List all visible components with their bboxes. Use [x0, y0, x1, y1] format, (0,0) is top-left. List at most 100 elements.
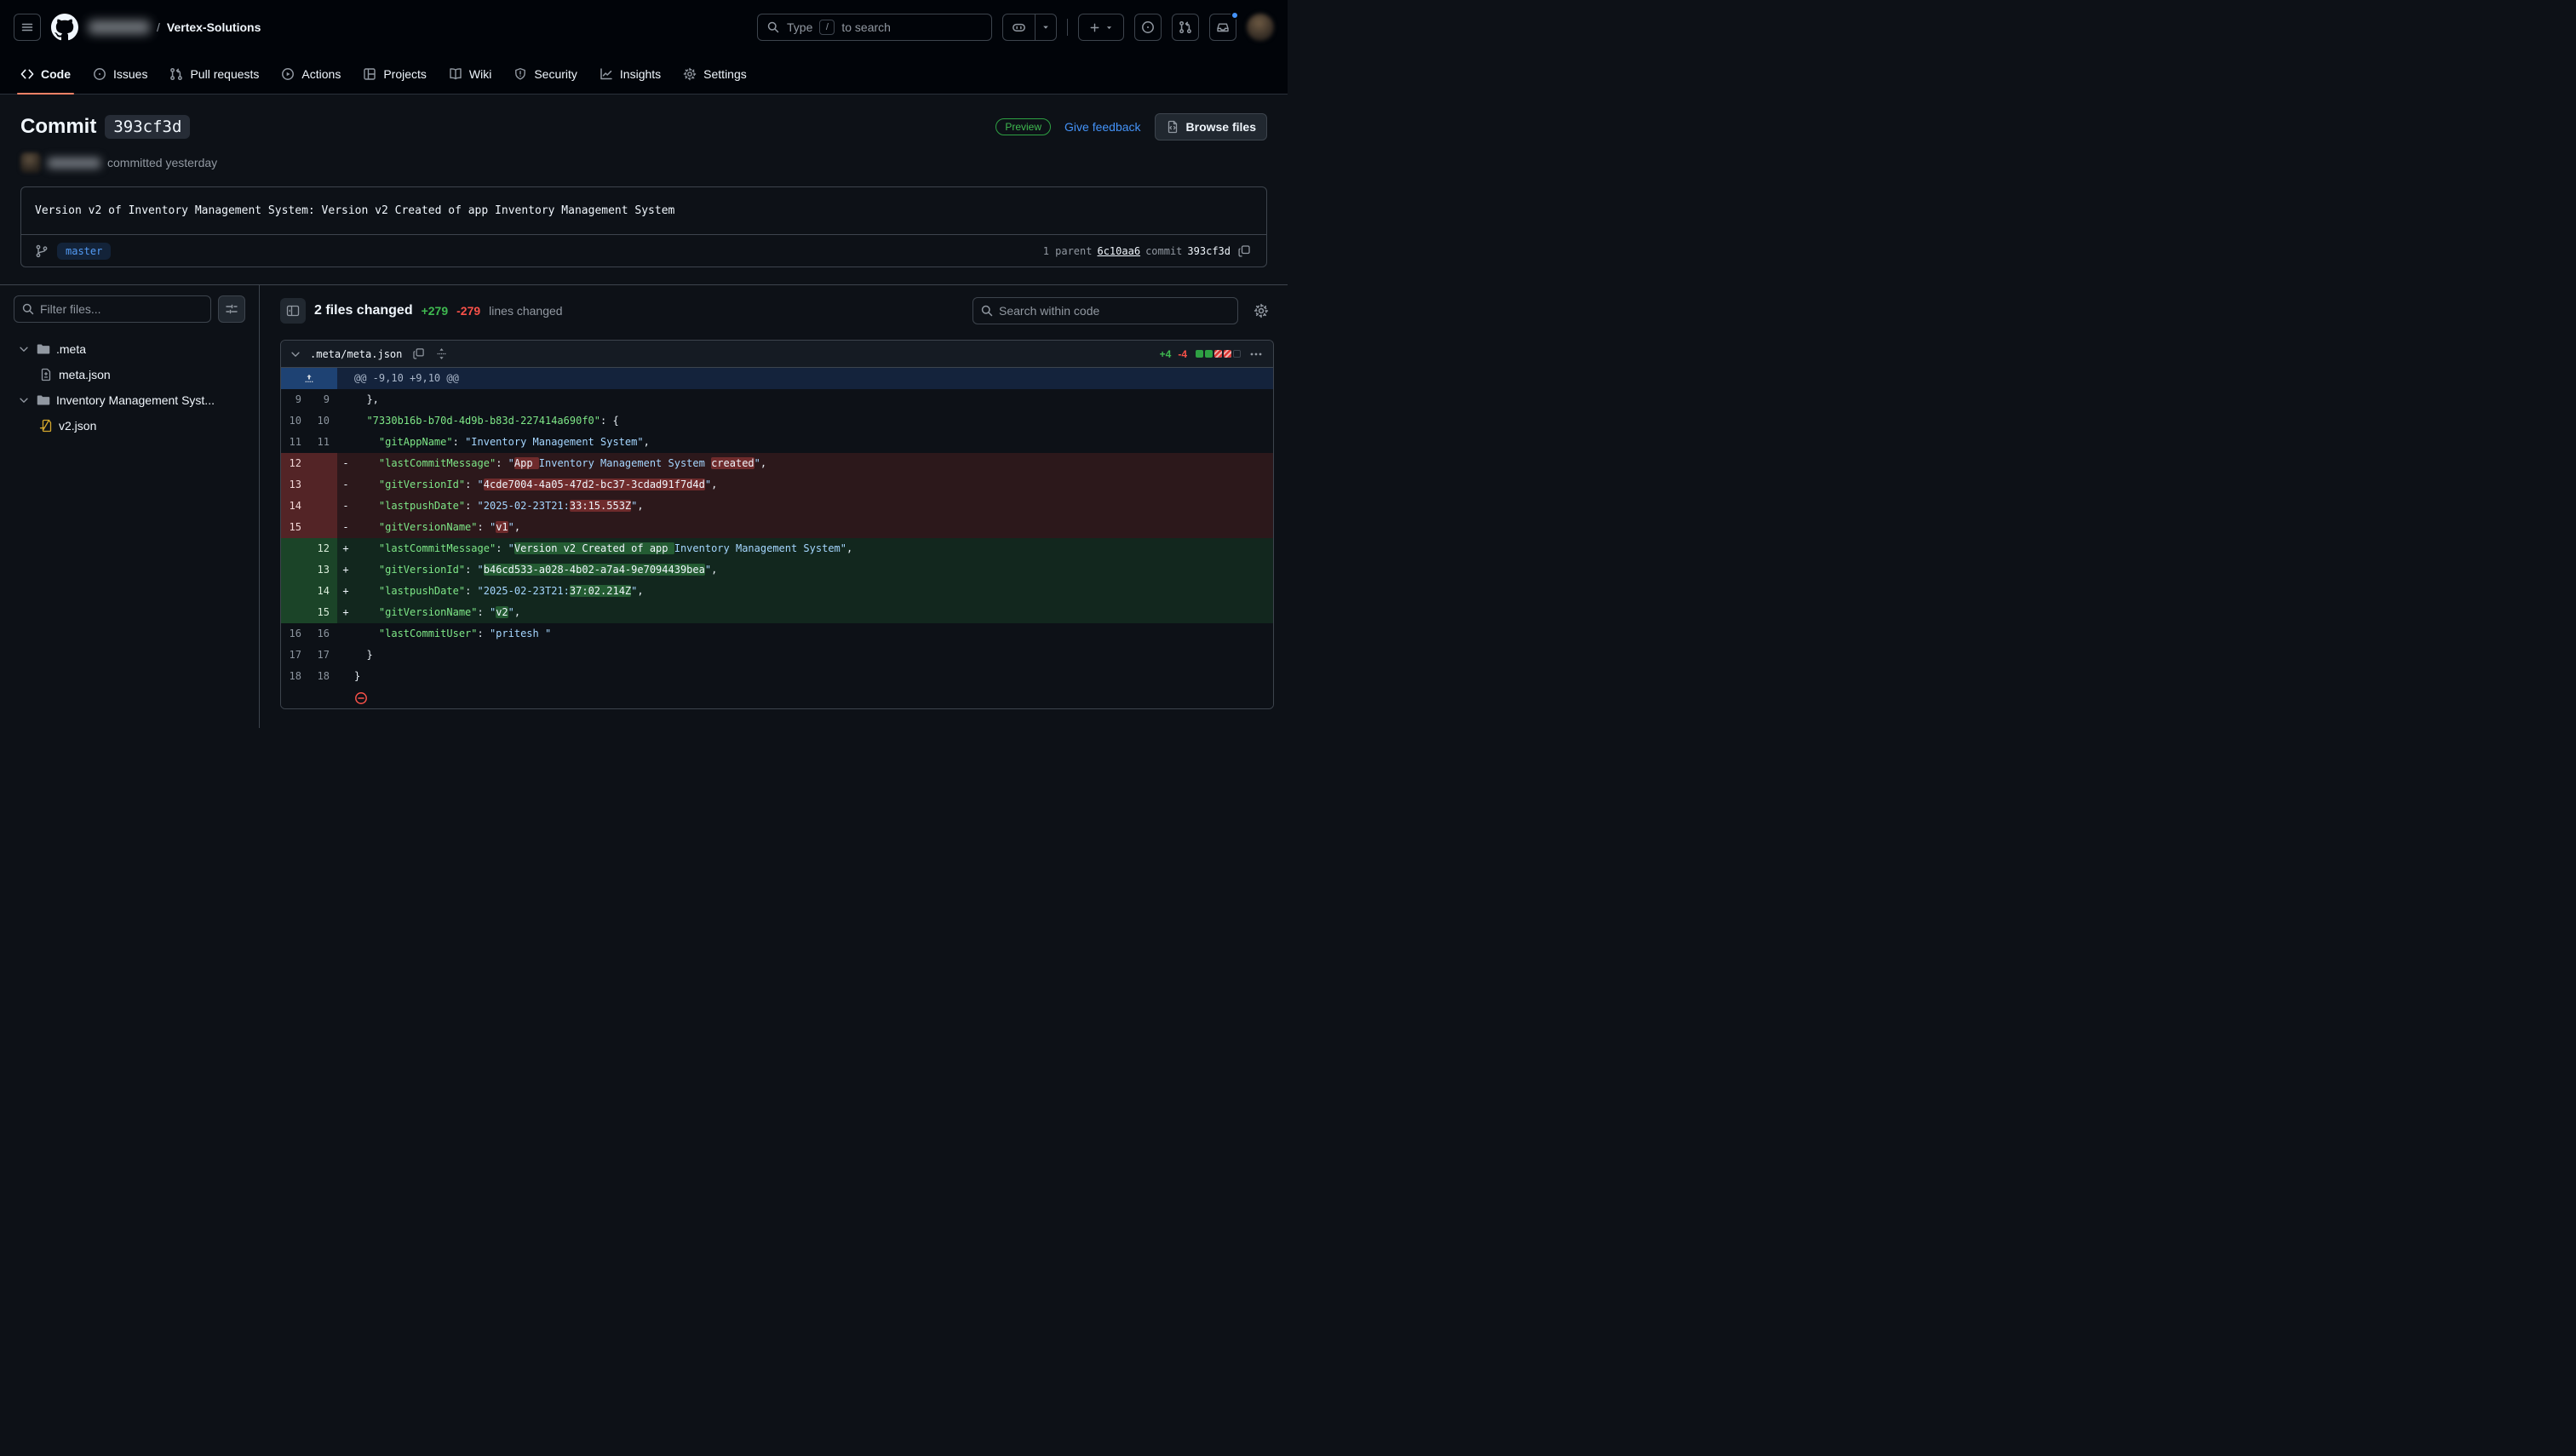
- old-line-number[interactable]: 14: [281, 496, 309, 517]
- old-line-number[interactable]: 15: [281, 517, 309, 538]
- give-feedback-link[interactable]: Give feedback: [1064, 120, 1141, 134]
- code-content: "lastpushDate": "2025-02-23T21:33:15.553…: [354, 496, 1273, 517]
- diff-line-ctx: 1010 "7330b16b-b70d-4d9b-b83d-227414a690…: [281, 410, 1273, 432]
- new-line-number[interactable]: 17: [309, 645, 337, 666]
- old-line-number[interactable]: [281, 581, 309, 602]
- old-line-number[interactable]: 13: [281, 474, 309, 496]
- new-line-number[interactable]: 14: [309, 581, 337, 602]
- filter-files-input[interactable]: [14, 295, 211, 323]
- tab-insights[interactable]: Insights: [589, 54, 671, 94]
- copilot-dropdown-button[interactable]: [1036, 14, 1056, 40]
- diff-marker: [337, 410, 354, 432]
- github-logo[interactable]: [51, 14, 78, 41]
- new-line-number[interactable]: 18: [309, 666, 337, 687]
- browse-files-label: Browse files: [1186, 120, 1256, 134]
- committer-avatar[interactable]: [20, 152, 41, 173]
- diff-pane: 2 files changed +279 -279 lines changed: [260, 285, 1288, 728]
- global-search-input[interactable]: Type / to search: [757, 14, 992, 41]
- diff-line-del: 15- "gitVersionName": "v1",: [281, 517, 1273, 538]
- chevron-down-icon[interactable]: [290, 348, 301, 360]
- old-line-number[interactable]: 12: [281, 453, 309, 474]
- old-line-number[interactable]: 16: [281, 623, 309, 645]
- tab-issues[interactable]: Issues: [83, 54, 158, 94]
- diff-settings-button[interactable]: [1248, 302, 1274, 319]
- new-line-number[interactable]: [309, 496, 337, 517]
- preview-badge[interactable]: Preview: [995, 118, 1051, 135]
- tree-item-label: meta.json: [59, 368, 111, 381]
- chevron-down-icon[interactable]: [17, 343, 31, 355]
- branch-label[interactable]: master: [57, 243, 111, 260]
- code-content: "lastCommitUser": "pritesh ": [354, 623, 1273, 645]
- new-line-number[interactable]: [309, 474, 337, 496]
- file-additions: +4: [1160, 348, 1172, 360]
- gear-icon: [683, 67, 697, 81]
- user-avatar[interactable]: [1247, 14, 1274, 41]
- collapse-file-tree-button[interactable]: [280, 298, 306, 324]
- drag-handle-icon[interactable]: [435, 347, 448, 360]
- issues-header-button[interactable]: [1134, 14, 1162, 41]
- committer-name-blurred[interactable]: [48, 158, 100, 169]
- old-line-number[interactable]: [281, 602, 309, 623]
- tree-options-button[interactable]: [218, 295, 245, 323]
- tree-item--meta[interactable]: .meta: [14, 336, 245, 362]
- folder-icon: [37, 342, 50, 356]
- hamburger-menu-button[interactable]: [14, 14, 41, 41]
- file-tree-sidebar: .meta meta.json Inventory Management Syst.…: [0, 285, 260, 728]
- parent-commit-info: 1 parent 6c10aa6 commit 393cf3d: [1043, 243, 1253, 260]
- old-line-number[interactable]: 18: [281, 666, 309, 687]
- no-newline-row: [281, 687, 1273, 708]
- new-line-number[interactable]: 11: [309, 432, 337, 453]
- pr-icon: [169, 67, 183, 81]
- browse-files-button[interactable]: Browse files: [1155, 113, 1267, 140]
- new-line-number[interactable]: 10: [309, 410, 337, 432]
- file-options-button[interactable]: [1248, 346, 1265, 363]
- diffstat-block-del: [1224, 350, 1231, 358]
- copy-file-path-button[interactable]: [410, 346, 427, 362]
- old-line-number[interactable]: 17: [281, 645, 309, 666]
- search-within-code-input[interactable]: [972, 297, 1238, 324]
- expand-hunk-button[interactable]: [281, 368, 337, 389]
- hamburger-icon: [20, 20, 34, 34]
- file-code-icon: [1166, 120, 1179, 134]
- chevron-down-icon[interactable]: [17, 394, 31, 406]
- new-line-number[interactable]: 15: [309, 602, 337, 623]
- pull-requests-header-button[interactable]: [1172, 14, 1199, 41]
- new-line-number[interactable]: [309, 453, 337, 474]
- new-line-number[interactable]: [309, 517, 337, 538]
- tree-item-v2-json[interactable]: v2.json: [14, 413, 245, 439]
- diff-line-del: 12- "lastCommitMessage": "App Inventory …: [281, 453, 1273, 474]
- lines-changed-label: lines changed: [489, 304, 562, 318]
- copilot-button[interactable]: [1003, 14, 1036, 40]
- copy-commit-hash-button[interactable]: [1236, 243, 1253, 260]
- new-line-number[interactable]: 12: [309, 538, 337, 559]
- old-line-number[interactable]: [281, 538, 309, 559]
- new-line-number[interactable]: 9: [309, 389, 337, 410]
- create-new-button[interactable]: [1078, 14, 1124, 41]
- tab-security[interactable]: Security: [503, 54, 588, 94]
- file-path-label[interactable]: .meta/meta.json: [310, 348, 402, 360]
- file-deletions: -4: [1178, 348, 1187, 360]
- tab-settings[interactable]: Settings: [673, 54, 757, 94]
- old-line-number[interactable]: [281, 559, 309, 581]
- tab-projects[interactable]: Projects: [353, 54, 437, 94]
- old-line-number[interactable]: 9: [281, 389, 309, 410]
- code-content: "gitVersionId": "b46cd533-a028-4b02-a7a4…: [354, 559, 1273, 581]
- code-content: "gitVersionName": "v2",: [354, 602, 1273, 623]
- old-line-number[interactable]: 10: [281, 410, 309, 432]
- tab-code[interactable]: Code: [10, 54, 81, 94]
- tree-item-meta-json[interactable]: meta.json: [14, 362, 245, 387]
- code-content: "gitAppName": "Inventory Management Syst…: [354, 432, 1273, 453]
- new-line-number[interactable]: 13: [309, 559, 337, 581]
- inbox-header-button[interactable]: [1209, 14, 1236, 41]
- tree-item-inventory-management-syst-[interactable]: Inventory Management Syst...: [14, 387, 245, 413]
- old-line-number[interactable]: 11: [281, 432, 309, 453]
- repo-name-link[interactable]: Vertex-Solutions: [167, 20, 261, 34]
- diffstat-block-neutral: [1233, 350, 1241, 358]
- copilot-button-group: [1002, 14, 1057, 41]
- tab-wiki[interactable]: Wiki: [439, 54, 502, 94]
- owner-name-blurred[interactable]: [89, 20, 150, 34]
- tab-actions[interactable]: Actions: [271, 54, 351, 94]
- tab-pull-requests[interactable]: Pull requests: [159, 54, 269, 94]
- new-line-number[interactable]: 16: [309, 623, 337, 645]
- parent-hash-link[interactable]: 6c10aa6: [1097, 245, 1140, 257]
